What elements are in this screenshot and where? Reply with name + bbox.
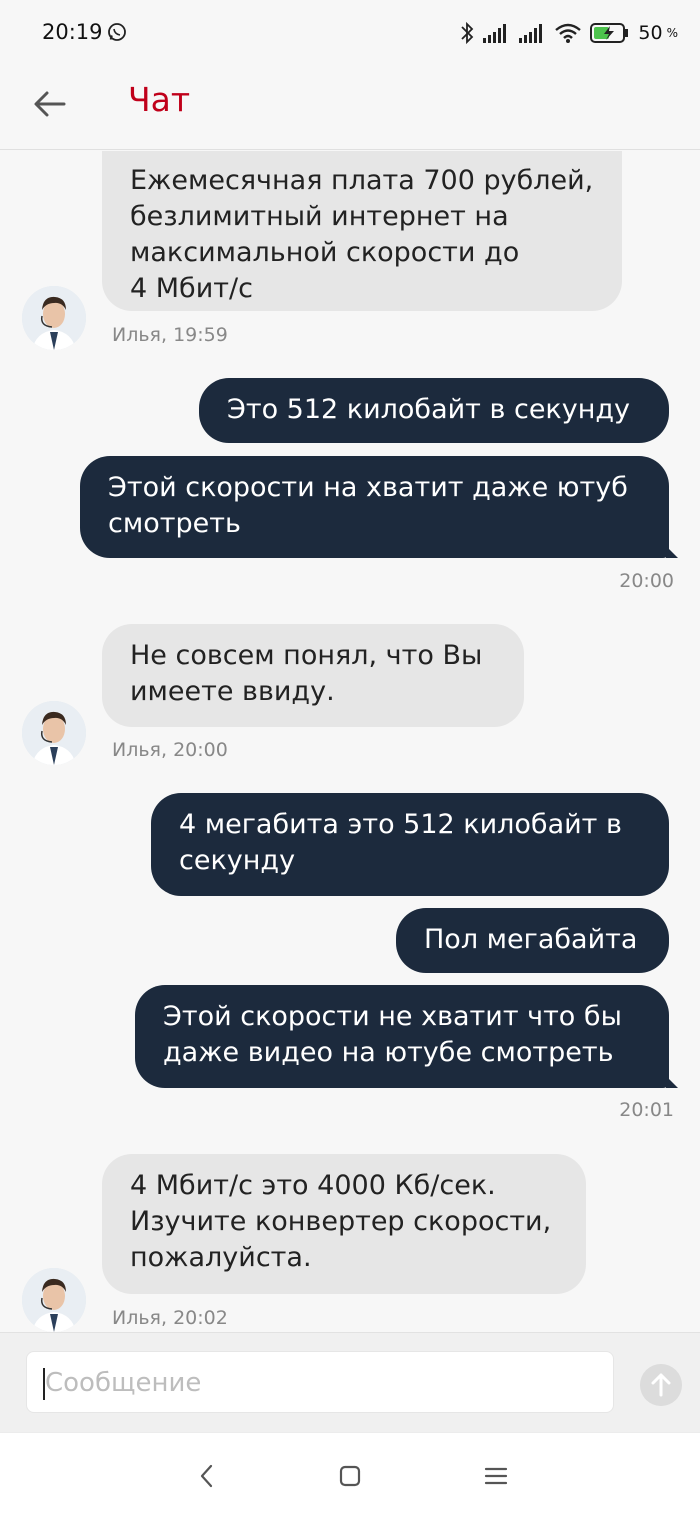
arrow-left-icon[interactable]: [30, 84, 70, 124]
whatsapp-icon: [108, 23, 126, 41]
message-meta: Илья, 20:00: [112, 739, 228, 761]
message-bubble-incoming: Ежемесячная плата 700 рублей, безлимитны…: [102, 151, 622, 311]
home-square-icon[interactable]: [337, 1463, 363, 1489]
operator-avatar-icon: [22, 701, 86, 765]
battery-unit: %: [666, 26, 678, 40]
bubble-tail: [666, 546, 678, 558]
message-bubble-outgoing: Это 512 килобайт в секунду: [199, 378, 669, 443]
battery-charging-icon: [590, 23, 629, 43]
message-meta: Илья, 20:02: [112, 1307, 228, 1329]
message-bubble-outgoing: Пол мегабайта: [396, 908, 669, 973]
battery-percent: 50: [638, 22, 663, 44]
message-line: Не совсем понял, что Вы: [130, 640, 483, 671]
message-line: Пол мегабайта: [424, 924, 638, 955]
message-bubble-outgoing: Этой скорости на хватит даже ютуб смотре…: [80, 456, 669, 558]
back-triangle-icon[interactable]: [194, 1463, 220, 1489]
message-line: смотреть: [108, 508, 241, 539]
message-line: имеете ввиду.: [130, 676, 335, 707]
message-line: секунду: [179, 845, 296, 876]
message-input-box[interactable]: [26, 1351, 614, 1414]
operator-avatar-icon: [22, 1268, 86, 1332]
message-meta: Илья, 19:59: [112, 324, 228, 346]
message-line: Ежемесячная плата 700 рублей,: [130, 165, 594, 196]
message-bubble-outgoing: Этой скорости не хватит что бы даже виде…: [135, 985, 669, 1088]
message-line: безлимитный интернет на: [130, 201, 509, 232]
message-meta: 20:00: [619, 570, 674, 592]
message-composer: [0, 1332, 700, 1432]
system-nav-bar: [0, 1432, 700, 1516]
message-bubble-incoming: Не совсем понял, что Вы имеете ввиду.: [102, 624, 524, 727]
message-input[interactable]: [45, 1352, 605, 1414]
signal-icon: [519, 24, 543, 43]
message-line: 4 Мбит/с это 4000 Кб/сек.: [130, 1170, 496, 1201]
bluetooth-icon: [461, 21, 474, 45]
bubble-tail: [666, 1076, 678, 1088]
signal-icon: [483, 24, 507, 43]
send-button[interactable]: [640, 1364, 682, 1406]
message-line: Изучите конвертер скорости,: [130, 1206, 552, 1237]
status-bar: 20:19 50 %: [0, 0, 700, 66]
avatar: [22, 701, 86, 765]
message-meta: 20:01: [619, 1099, 674, 1121]
system-icons: 50 %: [460, 18, 678, 48]
message-line: даже видео на ютубе смотреть: [163, 1037, 614, 1068]
wifi-icon: [555, 23, 582, 43]
recents-menu-icon[interactable]: [483, 1463, 509, 1489]
app-header: Чат: [0, 66, 700, 150]
message-line: Этой скорости на хватит даже ютуб: [108, 472, 628, 503]
avatar: [22, 286, 86, 350]
message-line: пожалуйста.: [130, 1242, 312, 1273]
message-line: Это 512 килобайт в секунду: [227, 394, 631, 425]
operator-avatar-icon: [22, 286, 86, 350]
status-time: 20:19: [42, 20, 103, 44]
message-line: 4 мегабита это 512 килобайт в: [179, 809, 622, 840]
page-title: Чат: [128, 80, 191, 119]
avatar: [22, 1268, 86, 1332]
message-line: 4 Мбит/с: [130, 273, 253, 304]
chat-messages[interactable]: Ежемесячная плата 700 рублей, безлимитны…: [0, 151, 700, 1332]
message-line: максимальной скорости до: [130, 237, 520, 268]
message-line: Этой скорости не хватит что бы: [163, 1001, 622, 1032]
message-bubble-incoming: 4 Мбит/с это 4000 Кб/сек. Изучите конвер…: [102, 1154, 586, 1294]
message-bubble-outgoing: 4 мегабита это 512 килобайт в секунду: [151, 793, 669, 896]
